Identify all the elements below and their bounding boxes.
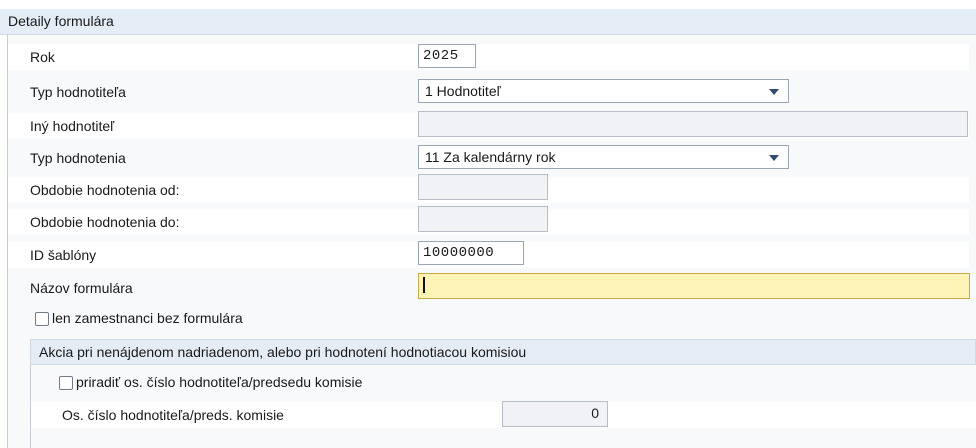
typ-hodnotenia-select[interactable]: 11 Za kalendárny rok [418,145,789,169]
iny-hodnotitel-input [418,111,968,137]
subsection-title: Akcia pri nenájdenom nadriadenom, alebo … [39,344,527,360]
priradit-checkbox[interactable] [59,376,73,390]
id-sablony-label: ID šablóny [30,247,97,263]
len-zamestnanci-label: len zamestnanci bez formulára [52,310,243,326]
typ-hodnotitela-select[interactable]: 1 Hodnotiteľ [418,79,789,103]
text-cursor [423,277,425,293]
row-rok: Rok [8,44,969,70]
len-zamestnanci-checkbox[interactable] [35,312,49,326]
os-cislo-input: 0 [502,401,608,427]
priradit-label: priradiť os. číslo hodnotiteľa/predsedu … [76,374,363,390]
nazov-formulara-label: Názov formulára [30,280,133,296]
obdobie-do-input [418,206,548,232]
nazov-formulara-input[interactable] [418,273,970,299]
typ-hodnotenia-value: 11 Za kalendárny rok [425,149,556,165]
obdobie-do-label: Obdobie hodnotenia do: [30,214,180,230]
panel-header: Detaily formulára [0,9,976,35]
rok-label: Rok [30,49,55,65]
os-cislo-label: Os. číslo hodnotiteľa/preds. komisie [62,407,284,423]
panel-title: Detaily formulára [8,13,114,29]
obdobie-od-input [418,174,548,200]
rok-input[interactable]: 2025 [418,44,476,68]
id-sablony-input[interactable]: 10000000 [418,241,524,265]
typ-hodnotitela-value: 1 Hodnotiteľ [425,83,501,99]
obdobie-od-label: Obdobie hodnotenia od: [30,182,180,198]
dropdown-caret-icon[interactable] [769,89,779,95]
typ-hodnotenia-label: Typ hodnotenia [30,150,126,166]
dropdown-caret-icon[interactable] [769,155,779,161]
subsection-header: Akcia pri nenájdenom nadriadenom, alebo … [30,339,976,365]
iny-hodnotitel-label: Iný hodnotiteľ [30,118,115,134]
typ-hodnotitela-label: Typ hodnotiteľa [30,84,126,100]
